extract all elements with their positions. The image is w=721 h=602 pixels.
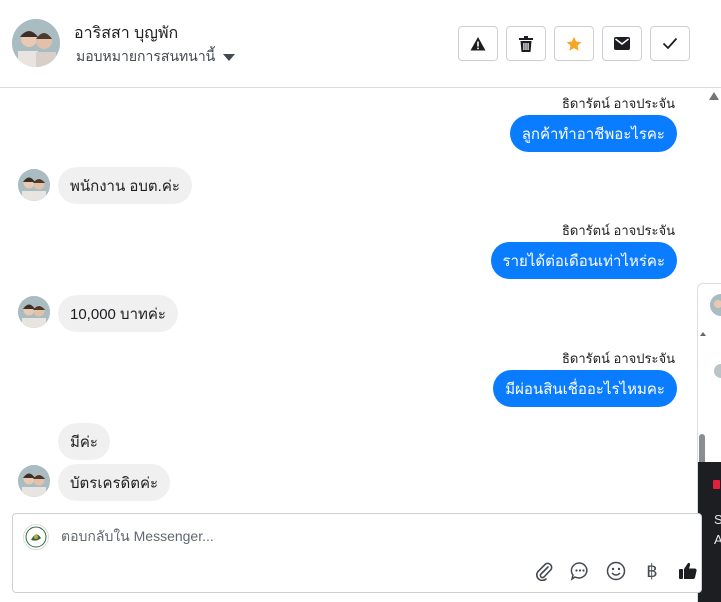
envelope-icon xyxy=(614,37,630,50)
outgoing-message-bubble[interactable]: รายได้ต่อเดือนเท่าไหร่คะ xyxy=(490,242,677,279)
star-icon xyxy=(566,36,582,51)
incoming-message-bubble[interactable]: พนักงาน อบต.ค่ะ xyxy=(58,167,192,204)
thumbs-up-icon xyxy=(679,562,697,579)
assign-conversation-label: มอบหมายการสนทนานี้ xyxy=(76,48,216,64)
mark-spam-button[interactable] xyxy=(458,26,498,61)
reply-input[interactable] xyxy=(61,528,561,544)
side-popup-text-2: A xyxy=(714,532,721,547)
incoming-message-bubble[interactable]: บัตรเครดิตค่ะ xyxy=(58,464,171,501)
chat-bubble-icon xyxy=(570,562,588,581)
attach-button[interactable] xyxy=(533,560,555,582)
assign-conversation-dropdown[interactable]: มอบหมายการสนทนานี้ xyxy=(76,46,236,68)
payment-button[interactable]: ฿ xyxy=(641,560,663,582)
mark-unread-button[interactable] xyxy=(602,26,642,61)
video-icon xyxy=(713,480,720,489)
contact-name[interactable]: อาริสสา บุญพัก xyxy=(74,21,178,46)
sender-name: ธิดารัตน์ อาจประจัน xyxy=(561,351,675,366)
paperclip-icon xyxy=(536,562,553,581)
contact-avatar[interactable] xyxy=(12,19,60,67)
side-popup-text-1: S xyxy=(714,512,721,527)
warning-icon xyxy=(470,36,486,50)
checkmark-icon xyxy=(662,37,678,50)
contact-avatar-small[interactable] xyxy=(18,296,50,328)
message-thread[interactable]: ธิดารัตน์ อาจประจัน ลูกค้าทำอาชีพอะไรคะ … xyxy=(0,88,705,508)
conversation-header: อาริสสา บุญพัก มอบหมายการสนทนานี้ xyxy=(0,0,721,88)
outgoing-message-bubble[interactable]: มีผ่อนสินเชื่ออะไรไหมคะ xyxy=(493,370,677,407)
contact-avatar-small[interactable] xyxy=(18,465,50,497)
star-button[interactable] xyxy=(554,26,594,61)
baht-icon: ฿ xyxy=(646,560,658,582)
trash-icon xyxy=(519,35,533,52)
sender-name: ธิดารัตน์ อาจประจัน xyxy=(561,223,675,238)
header-actions xyxy=(458,26,690,61)
caret-down-icon xyxy=(223,53,236,61)
saved-replies-button[interactable] xyxy=(569,560,591,582)
side-avatar[interactable] xyxy=(710,294,721,316)
side-caret-up-icon[interactable] xyxy=(700,332,706,336)
side-avatar-small[interactable] xyxy=(714,364,721,378)
composer-tools: ฿ xyxy=(533,560,699,582)
outgoing-message-bubble[interactable]: ลูกค้าทำอาชีพอะไรคะ xyxy=(509,115,677,152)
messenger-inbox-window: อาริสสา บุญพัก มอบหมายการสนทนานี้ ธิดารั… xyxy=(0,0,721,602)
contact-avatar-small[interactable] xyxy=(18,169,50,201)
delete-button[interactable] xyxy=(506,26,546,61)
emoji-button[interactable] xyxy=(605,560,627,582)
side-scrollbar-thumb[interactable] xyxy=(699,434,705,464)
incoming-message-bubble[interactable]: มีค่ะ xyxy=(58,423,110,460)
smiley-icon xyxy=(606,561,626,581)
sender-name: ธิดารัตน์ อาจประจัน xyxy=(561,96,675,111)
incoming-message-bubble[interactable]: 10,000 บาทค่ะ xyxy=(58,295,178,332)
reply-composer: ฿ xyxy=(12,513,702,593)
mark-done-button[interactable] xyxy=(650,26,690,61)
page-avatar xyxy=(23,524,49,550)
send-like-button[interactable] xyxy=(677,560,699,582)
scroll-up-arrow-icon[interactable] xyxy=(709,92,719,100)
